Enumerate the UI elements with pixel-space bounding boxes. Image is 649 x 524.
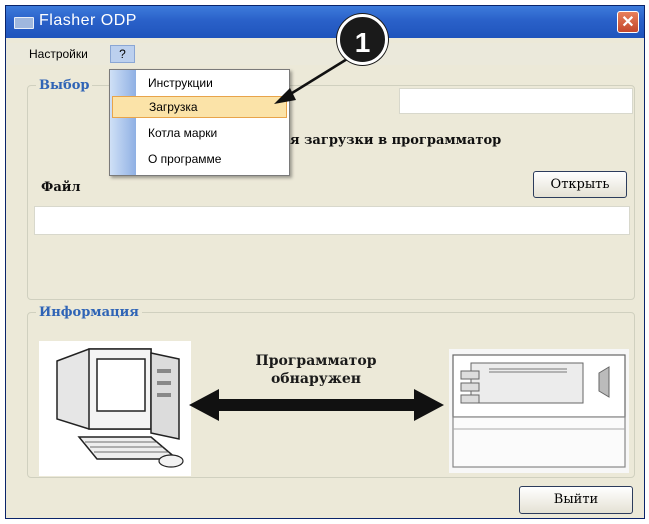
callout-arrow-icon: [274, 54, 353, 104]
callout-number-badge: 1: [337, 14, 388, 65]
